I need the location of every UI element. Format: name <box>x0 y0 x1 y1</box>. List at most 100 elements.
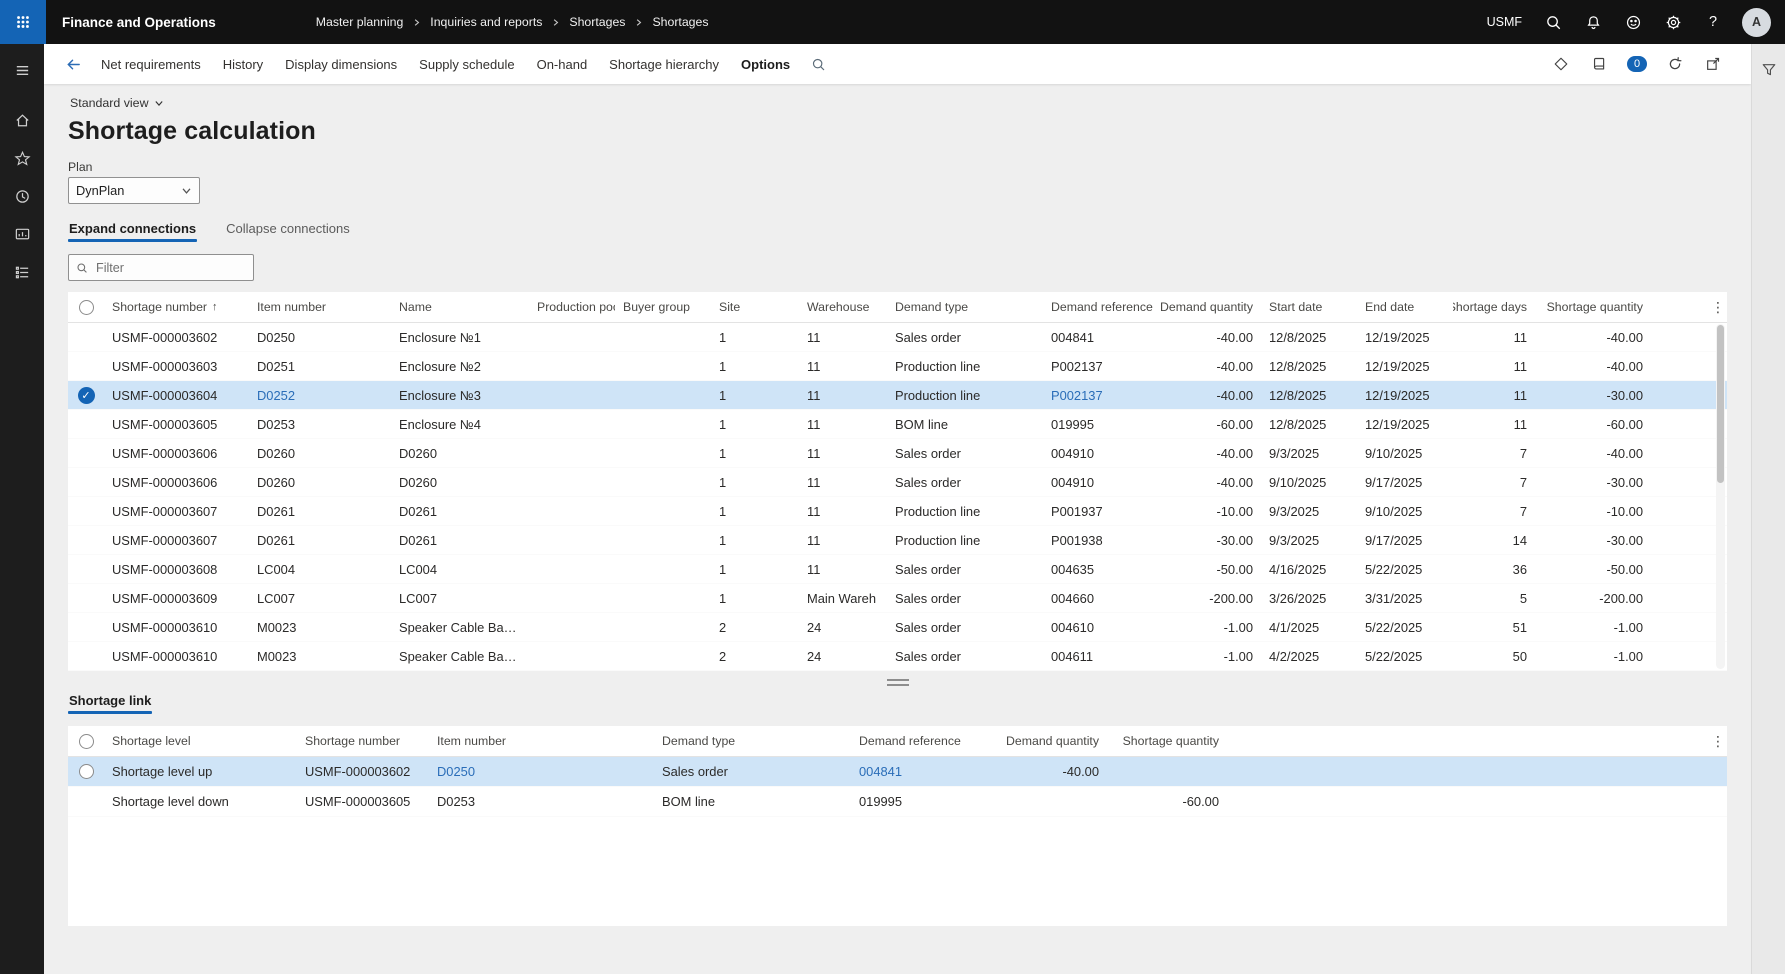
cell-link[interactable]: D0250 <box>429 764 654 779</box>
back-arrow-icon <box>65 56 82 73</box>
help-button[interactable]: ? <box>1694 0 1732 44</box>
splitter-handle-icon[interactable] <box>887 679 909 686</box>
column-options-icon[interactable]: ⋮ <box>1709 733 1727 750</box>
modules-list-icon <box>14 264 31 281</box>
tab-collapse-connections[interactable]: Collapse connections <box>225 221 351 244</box>
column-header[interactable]: Start date <box>1261 300 1357 314</box>
column-header[interactable]: Shortage number↑ <box>104 300 249 314</box>
settings-button[interactable] <box>1654 0 1692 44</box>
user-avatar[interactable]: A <box>1742 8 1771 37</box>
breadcrumb-item[interactable]: Shortages <box>565 15 629 29</box>
scrollbar-thumb[interactable] <box>1717 325 1724 483</box>
cell-link[interactable]: D0252 <box>249 388 391 403</box>
breadcrumb-item[interactable]: Master planning <box>312 15 408 29</box>
page-title: Shortage calculation <box>68 117 1727 146</box>
table-row[interactable]: USMF-000003608LC004LC004111Sales order00… <box>68 555 1727 584</box>
column-header[interactable]: Shortage days <box>1453 300 1535 314</box>
sidebar-item-recent[interactable] <box>0 178 44 214</box>
column-header[interactable]: Site <box>711 300 799 314</box>
notifications-button[interactable] <box>1574 0 1612 44</box>
column-header[interactable]: Shortage quantity <box>1107 734 1227 748</box>
shortage-link-grid: Shortage levelShortage numberItem number… <box>68 726 1727 817</box>
column-header[interactable]: Production pool <box>529 300 615 314</box>
table-row[interactable]: Shortage level downUSMF-000003605D0253BO… <box>68 787 1727 817</box>
table-row[interactable]: USMF-000003606D0260D0260111Sales order00… <box>68 468 1727 497</box>
table-row[interactable]: USMF-000003605D0253Enclosure №4111BOM li… <box>68 410 1727 439</box>
expand-menu-button[interactable] <box>0 52 44 88</box>
column-header[interactable]: Item number <box>249 300 391 314</box>
column-header[interactable]: Shortage quantity <box>1535 300 1651 314</box>
action-history[interactable]: History <box>212 44 274 84</box>
column-header[interactable]: Demand reference <box>1043 300 1161 314</box>
feedback-button[interactable] <box>1614 0 1652 44</box>
clock-icon <box>14 188 31 205</box>
table-row[interactable]: Shortage level upUSMF-000003602D0250Sale… <box>68 757 1727 787</box>
action-options[interactable]: Options <box>730 44 801 84</box>
grid-cell: 1 <box>711 533 799 548</box>
column-header[interactable]: Item number <box>429 734 654 748</box>
column-header[interactable]: Demand type <box>654 734 851 748</box>
column-header[interactable]: Demand quantity <box>1161 300 1261 314</box>
back-button[interactable] <box>56 44 90 84</box>
open-filter-pane-button[interactable] <box>1756 58 1782 84</box>
action-on-hand[interactable]: On-hand <box>526 44 599 84</box>
breadcrumb-item[interactable]: Shortages <box>648 15 712 29</box>
refresh-button[interactable] <box>1665 44 1685 84</box>
select-all-checkbox[interactable] <box>68 300 104 315</box>
sidebar-item-workspaces[interactable] <box>0 216 44 252</box>
open-in-new-window-button[interactable] <box>1703 44 1723 84</box>
app-title[interactable]: Finance and Operations <box>62 15 216 30</box>
table-row[interactable]: USMF-000003609LC007LC0071Main WarehSales… <box>68 584 1727 613</box>
cell-link[interactable]: 004841 <box>851 764 1007 779</box>
grid-cell: USMF-000003603 <box>104 359 249 374</box>
sidebar-item-favorites[interactable] <box>0 140 44 176</box>
view-selector[interactable]: Standard view <box>68 94 166 112</box>
breadcrumb-item[interactable]: Inquiries and reports <box>426 15 546 29</box>
cell-link[interactable]: P002137 <box>1043 388 1161 403</box>
grid-cell: -10.00 <box>1161 504 1261 519</box>
app-launcher-button[interactable] <box>0 0 46 44</box>
task-guide-button[interactable] <box>1589 44 1609 84</box>
tab-expand-connections[interactable]: Expand connections <box>68 221 197 244</box>
column-header[interactable]: Demand reference <box>851 734 1007 748</box>
select-all-checkbox[interactable] <box>68 734 104 749</box>
table-row[interactable]: USMF-000003607D0261D0261111Production li… <box>68 497 1727 526</box>
company-picker-button[interactable]: USMF <box>1477 0 1532 44</box>
power-apps-button[interactable] <box>1551 44 1571 84</box>
search-button[interactable] <box>1534 0 1572 44</box>
table-row[interactable]: ✓USMF-000003604D0252Enclosure №3111Produ… <box>68 381 1727 410</box>
grid-cell: 24 <box>799 649 887 664</box>
table-row[interactable]: USMF-000003602D0250Enclosure №1111Sales … <box>68 323 1727 352</box>
column-header[interactable]: Demand quantity <box>1007 734 1107 748</box>
table-row[interactable]: USMF-000003606D0260D0260111Sales order00… <box>68 439 1727 468</box>
action-net-requirements[interactable]: Net requirements <box>90 44 212 84</box>
column-header[interactable]: End date <box>1357 300 1453 314</box>
vertical-scrollbar[interactable] <box>1716 324 1725 669</box>
grid-cell: D0260 <box>391 446 529 461</box>
column-header[interactable]: Name <box>391 300 529 314</box>
action-shortage-hierarchy[interactable]: Shortage hierarchy <box>598 44 730 84</box>
attachments-count-badge[interactable]: 0 <box>1627 56 1647 72</box>
column-header[interactable]: Warehouse <box>799 300 887 314</box>
smiley-icon <box>1625 14 1642 31</box>
row-checkbox[interactable] <box>68 764 104 779</box>
grid-cell: 11 <box>799 417 887 432</box>
table-row[interactable]: USMF-000003607D0261D0261111Production li… <box>68 526 1727 555</box>
column-options-icon[interactable]: ⋮ <box>1709 299 1727 316</box>
action-pane-search-button[interactable] <box>801 44 835 84</box>
row-checkbox[interactable]: ✓ <box>68 387 104 404</box>
action-supply-schedule[interactable]: Supply schedule <box>408 44 525 84</box>
column-header[interactable]: Demand type <box>887 300 1043 314</box>
table-row[interactable]: USMF-000003603D0251Enclosure №2111Produc… <box>68 352 1727 381</box>
plan-combobox[interactable]: DynPlan <box>68 177 200 204</box>
table-row[interactable]: USMF-000003610M0023Speaker Cable Bana...… <box>68 642 1727 671</box>
sidebar-item-modules[interactable] <box>0 254 44 290</box>
filter-input[interactable] <box>94 260 246 276</box>
sidebar-item-home[interactable] <box>0 102 44 138</box>
action-display-dimensions[interactable]: Display dimensions <box>274 44 408 84</box>
column-header[interactable]: Shortage number <box>297 734 429 748</box>
column-header[interactable]: Buyer group <box>615 300 711 314</box>
table-row[interactable]: USMF-000003610M0023Speaker Cable Bana...… <box>68 613 1727 642</box>
column-header[interactable]: Shortage level <box>104 734 297 748</box>
tab-shortage-link[interactable]: Shortage link <box>68 693 152 716</box>
